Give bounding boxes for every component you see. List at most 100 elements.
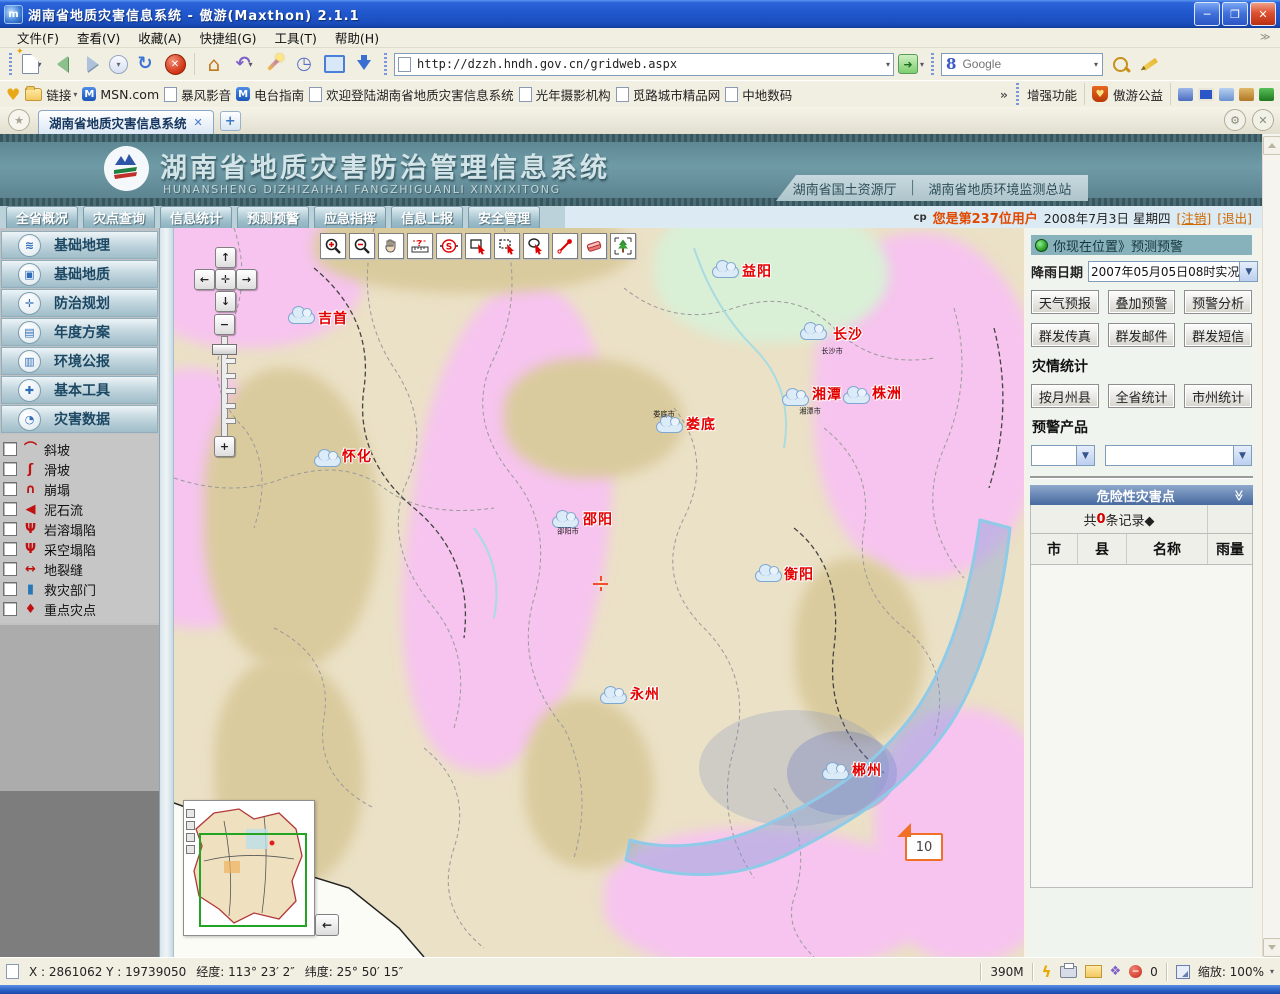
search-button[interactable] <box>1107 51 1133 77</box>
pens-icon[interactable] <box>1239 88 1254 101</box>
zoom-slider-handle[interactable] <box>212 344 237 355</box>
search-engine-dropdown-icon[interactable]: ▾ <box>1094 60 1098 69</box>
refresh-button[interactable]: ↻ <box>132 51 158 77</box>
link-baofeng[interactable]: 暴风影音 <box>164 85 231 104</box>
go-button[interactable]: ➜ <box>898 54 918 74</box>
layer-checkbox[interactable] <box>3 502 17 516</box>
go-dropdown-icon[interactable]: ▾ <box>920 60 924 69</box>
close-button[interactable]: ✕ <box>1250 2 1276 26</box>
warning-analysis-button[interactable]: 预警分析 <box>1184 290 1252 314</box>
zoom-plus-button[interactable]: + <box>214 436 235 457</box>
nav-tab-report[interactable]: 信息上报 <box>391 206 463 228</box>
scroll-down-button[interactable] <box>1263 938 1280 957</box>
overlay-warning-button[interactable]: 叠加预警 <box>1108 290 1176 314</box>
minimap-collapse-button[interactable]: ← <box>315 914 339 936</box>
pin-tool[interactable] <box>552 233 578 259</box>
layer-checkbox[interactable] <box>3 442 17 456</box>
sidebar-item-annual-plan[interactable]: ▤年度方案 <box>1 318 158 346</box>
rain-date-select[interactable]: 2007年05月05日08时实况 ▼ <box>1088 261 1258 282</box>
minimap-viewport-frame[interactable] <box>199 833 307 927</box>
nav-tab-overview[interactable]: 全省概况 <box>6 206 78 228</box>
zoom-in-tool[interactable] <box>320 233 346 259</box>
col-county[interactable]: 县 <box>1078 534 1127 564</box>
new-tab-plus-button[interactable]: + <box>220 111 241 131</box>
forward-button[interactable] <box>79 51 105 77</box>
product-item-select[interactable]: ▼ <box>1105 445 1252 466</box>
boost-icon[interactable]: ϟ <box>1042 963 1052 981</box>
tab-close-icon[interactable]: ✕ <box>194 116 203 129</box>
minimap-tool-button[interactable] <box>186 809 195 818</box>
resize-icon[interactable] <box>1176 965 1190 979</box>
popup-blocker-icon[interactable]: − <box>1129 965 1142 978</box>
layer-checkbox[interactable] <box>3 462 17 476</box>
zoom-minus-button[interactable]: − <box>214 314 235 335</box>
zoom-out-tool[interactable] <box>349 233 375 259</box>
link-hunan-geo[interactable]: 欢迎登陆湖南省地质灾害信息系统 <box>309 85 514 104</box>
pan-center-button[interactable]: ✛ <box>215 269 236 290</box>
deselect-rect-tool[interactable] <box>494 233 520 259</box>
search-bar[interactable]: 8 ▾ <box>941 53 1103 76</box>
highlight-button[interactable] <box>1137 51 1163 77</box>
pan-tool[interactable] <box>378 233 404 259</box>
chevron-down-icon[interactable]: ▼ <box>1233 446 1251 465</box>
menubar-overflow-icon[interactable]: ≫ <box>1260 32 1276 43</box>
menu-file[interactable]: 文件(F) <box>8 27 68 48</box>
new-folder-icon[interactable] <box>1085 965 1102 978</box>
restore-button[interactable]: ❐ <box>1222 2 1248 26</box>
pan-left-button[interactable]: ← <box>194 269 215 290</box>
undo-button[interactable]: ↶▾ <box>231 51 257 77</box>
col-rainfall[interactable]: 雨量 <box>1208 534 1252 564</box>
window-list-button[interactable] <box>321 51 347 77</box>
home-button[interactable]: ⌂ <box>201 51 227 77</box>
minimize-button[interactable]: ─ <box>1194 2 1220 26</box>
exit-link[interactable]: [退出] <box>1217 208 1252 227</box>
layer-checkbox[interactable] <box>3 482 17 496</box>
menu-tools[interactable]: 工具(T) <box>266 27 326 48</box>
link-msn[interactable]: MMSN.com <box>82 87 159 102</box>
layer-checkbox[interactable] <box>3 582 17 596</box>
minimap-tool-button[interactable] <box>186 833 195 842</box>
sidebar-item-disaster-data[interactable]: ◔灾害数据 <box>1 405 158 433</box>
bulk-sms-button[interactable]: 群发短信 <box>1184 323 1252 347</box>
province-stats-button[interactable]: 全省统计 <box>1108 384 1176 408</box>
bulk-fax-button[interactable]: 群发传真 <box>1031 323 1099 347</box>
url-input[interactable] <box>415 56 884 72</box>
pan-down-button[interactable]: ↓ <box>215 291 236 312</box>
double-chevron-icon[interactable]: ≫ <box>1233 489 1246 501</box>
address-bar[interactable]: ▾ <box>394 53 894 76</box>
url-dropdown-icon[interactable]: ▾ <box>886 60 890 69</box>
new-tab-button[interactable]: ✦▾ <box>19 51 45 77</box>
history-button[interactable]: ◷ <box>291 51 317 77</box>
bulk-email-button[interactable]: 群发邮件 <box>1108 323 1176 347</box>
tools-round-button[interactable]: ⚙ <box>1224 109 1246 131</box>
toolbar-grip[interactable] <box>384 53 387 75</box>
charity-link[interactable]: 傲游公益 <box>1113 85 1163 104</box>
building-icon[interactable] <box>1259 88 1274 101</box>
nav-tab-stats[interactable]: 信息统计 <box>160 206 232 228</box>
link-geo-monitor[interactable]: 湖南省地质环境监测总站 <box>928 179 1071 198</box>
close-round-button[interactable]: ✕ <box>1252 109 1274 131</box>
sidebar-item-env-bulletin[interactable]: ▥环境公报 <box>1 347 158 375</box>
pan-up-button[interactable]: ↑ <box>215 247 236 268</box>
select-circle-tool[interactable] <box>523 233 549 259</box>
sidebar-item-basic-tools[interactable]: ✚基本工具 <box>1 376 158 404</box>
tab-active[interactable]: 湖南省地质灾害信息系统 ✕ <box>38 110 214 134</box>
history-dropdown-button[interactable]: ▾ <box>109 55 128 74</box>
layer-checkbox[interactable] <box>3 542 17 556</box>
favorites-star-button[interactable]: ★ <box>8 109 30 131</box>
maxthon-charity-icon[interactable]: ♥ <box>1092 86 1108 102</box>
magic-fill-button[interactable] <box>261 51 287 77</box>
sidebar-item-base-geography[interactable]: ≋基础地理 <box>1 231 158 259</box>
link-zhongdi[interactable]: 中地数码 <box>725 85 792 104</box>
screen-icon[interactable] <box>1198 88 1214 101</box>
minimap-tool-button[interactable] <box>186 821 195 830</box>
product-type-select[interactable]: ▼ <box>1031 445 1095 466</box>
notes-icon[interactable] <box>1219 88 1234 101</box>
back-button[interactable] <box>49 51 75 77</box>
nav-tab-forecast[interactable]: 预测预警 <box>237 206 309 228</box>
eraser-tool[interactable] <box>581 233 607 259</box>
menu-help[interactable]: 帮助(H) <box>326 27 388 48</box>
toolbar-grip[interactable] <box>931 53 934 75</box>
sidebar-item-prevention-plan[interactable]: ✛防治规划 <box>1 289 158 317</box>
layer-checkbox[interactable] <box>3 522 17 536</box>
